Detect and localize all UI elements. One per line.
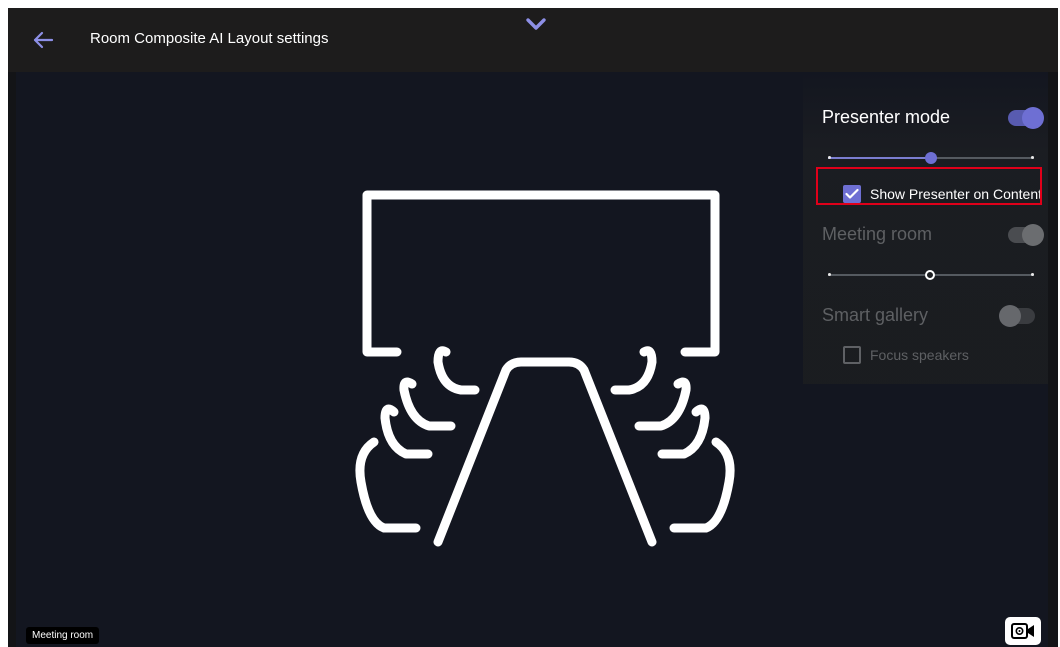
- layout-preview: Presenter mode Show Presenter on Content: [16, 72, 1048, 647]
- layout-settings-panel: Presenter mode Show Presenter on Content: [803, 72, 1048, 384]
- slider-thumb[interactable]: [925, 152, 937, 164]
- top-bar: Room Composite AI Layout settings: [8, 8, 1058, 72]
- room-name-tag: Meeting room: [26, 627, 100, 644]
- page-title: Room Composite AI Layout settings: [90, 30, 329, 47]
- slider-tick: [1031, 156, 1034, 159]
- presenter-mode-toggle[interactable]: [1008, 107, 1044, 129]
- toggle-knob: [1022, 107, 1044, 129]
- show-presenter-on-content-option[interactable]: Show Presenter on Content: [843, 185, 1042, 203]
- smart-gallery-label: Smart gallery: [822, 305, 929, 325]
- toggle-knob: [1022, 224, 1044, 246]
- show-presenter-checkbox[interactable]: [843, 185, 861, 203]
- meeting-room-toggle[interactable]: [1008, 224, 1044, 246]
- checkmark-icon: [845, 188, 859, 199]
- slider-fill: [828, 157, 931, 159]
- presenter-mode-slider[interactable]: [828, 151, 1034, 165]
- slider-tick: [828, 156, 831, 159]
- meeting-room-label: Meeting room: [822, 224, 933, 244]
- smart-gallery-toggle[interactable]: [999, 305, 1035, 327]
- arrow-left-icon: [33, 31, 54, 49]
- camera-settings-icon: [1011, 623, 1034, 639]
- presenter-mode-label: Presenter mode: [822, 107, 951, 127]
- chevron-down-icon: [526, 18, 546, 30]
- back-button[interactable]: [28, 26, 58, 54]
- meeting-room-slider[interactable]: [828, 268, 1034, 282]
- slider-thumb[interactable]: [925, 270, 935, 280]
- toggle-knob: [999, 305, 1021, 327]
- conference-room-icon: [355, 190, 735, 547]
- focus-speakers-label: Focus speakers: [870, 347, 969, 363]
- slider-tick: [828, 273, 831, 276]
- app-window: Room Composite AI Layout settings Presen…: [8, 8, 1058, 647]
- focus-speakers-option[interactable]: Focus speakers: [843, 346, 969, 364]
- collapse-button[interactable]: [523, 14, 549, 34]
- show-presenter-label: Show Presenter on Content: [870, 186, 1042, 202]
- slider-tick: [1031, 273, 1034, 276]
- focus-speakers-checkbox[interactable]: [843, 346, 861, 364]
- camera-settings-button[interactable]: [1005, 617, 1041, 645]
